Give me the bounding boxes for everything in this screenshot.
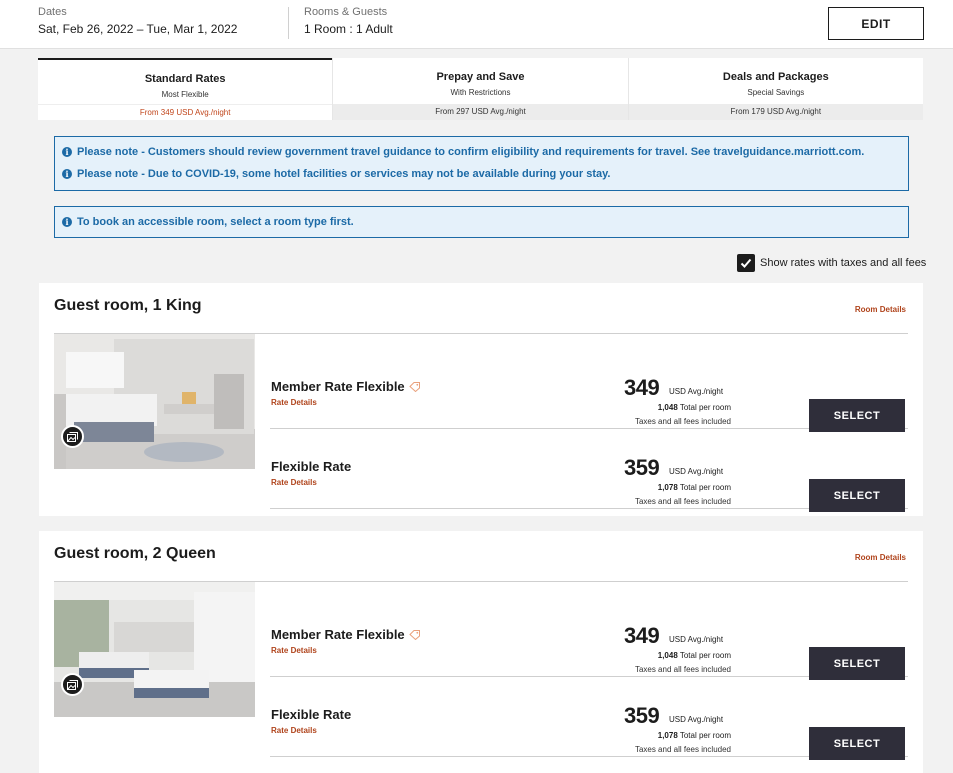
info-icon: i: [62, 169, 72, 179]
tax-note: Taxes and all fees included: [634, 665, 731, 674]
price-unit: USD Avg./night: [669, 387, 724, 396]
room-title: Guest room, 1 King: [54, 297, 202, 314]
price-total: 1,078 Total per room: [658, 731, 731, 740]
tab-price: From 179 USD Avg./night: [628, 104, 923, 120]
price-amount: 359: [624, 455, 660, 480]
rate-details-link[interactable]: Rate Details: [271, 398, 317, 407]
room-photo[interactable]: [54, 334, 255, 469]
dates-value: Sat, Feb 26, 2022 – Tue, Mar 1, 2022: [38, 22, 238, 36]
tab-price: From 297 USD Avg./night: [333, 104, 628, 120]
gallery-icon: [67, 679, 78, 690]
price-total: 1,048 Total per room: [658, 403, 731, 412]
travel-notice-alert: i Please note - Customers should review …: [54, 136, 909, 191]
rate-name: Member Rate Flexible: [271, 627, 421, 642]
member-tag-icon: [408, 382, 420, 392]
room-photo[interactable]: [54, 582, 255, 717]
tab-subtitle: Special Savings: [747, 88, 805, 97]
price-total: 1,078 Total per room: [658, 483, 731, 492]
price-amount: 349: [624, 375, 660, 400]
rate-row: Member Rate Flexible Rate Details 349 US…: [270, 597, 908, 680]
info-icon: i: [62, 147, 72, 157]
room-photo-illustration: [54, 334, 255, 469]
show-taxes-label: Show rates with taxes and all fees: [760, 257, 927, 269]
tab-subtitle: With Restrictions: [450, 88, 511, 97]
tab-title: Prepay and Save: [436, 71, 525, 83]
gallery-icon: [67, 431, 78, 442]
tax-note: Taxes and all fees included: [634, 745, 731, 754]
search-summary-header: Dates Sat, Feb 26, 2022 – Tue, Mar 1, 20…: [0, 0, 953, 49]
notice-text: Please note - Due to COVID-19, some hote…: [77, 168, 611, 180]
show-taxes-toggle[interactable]: Show rates with taxes and all fees: [737, 254, 926, 272]
tax-note: Taxes and all fees included: [634, 497, 731, 506]
select-button[interactable]: SELECT: [809, 727, 905, 760]
tab-title: Standard Rates: [144, 73, 226, 85]
tab-title: Deals and Packages: [722, 71, 829, 83]
total-label: Total per room: [679, 483, 731, 492]
notice-line: i To book an accessible room, select a r…: [55, 214, 908, 230]
price-unit: USD Avg./night: [669, 715, 724, 724]
total-label: Total per room: [679, 403, 731, 412]
notice-text: Please note - Customers should review go…: [77, 146, 865, 158]
price-amount: 349: [624, 623, 660, 648]
checkmark-icon: [740, 258, 752, 268]
rate-name-text: Member Rate Flexible: [271, 627, 405, 642]
tab-subtitle: Most Flexible: [161, 90, 209, 99]
rate-details-link[interactable]: Rate Details: [271, 478, 317, 487]
rate-name: Flexible Rate: [271, 707, 351, 722]
photo-gallery-button[interactable]: [61, 425, 84, 448]
tab-price: From 349 USD Avg./night: [38, 104, 333, 120]
rate-details-link[interactable]: Rate Details: [271, 646, 317, 655]
tab-deals-and-packages[interactable]: Deals and Packages Special Savings From …: [627, 58, 923, 120]
room-title: Guest room, 2 Queen: [54, 545, 216, 562]
info-icon: i: [62, 217, 72, 227]
total-amount: 1,048: [657, 403, 678, 412]
rate-name: Flexible Rate: [271, 459, 351, 474]
guests-label: Rooms & Guests: [304, 6, 388, 18]
dates-block: Dates Sat, Feb 26, 2022 – Tue, Mar 1, 20…: [38, 6, 237, 37]
rate-row: Flexible Rate Rate Details 359 USD Avg./…: [270, 677, 908, 760]
total-label: Total per room: [679, 651, 731, 660]
rate-details-link[interactable]: Rate Details: [271, 726, 317, 735]
room-details-link[interactable]: Room Details: [855, 305, 906, 314]
price-amount: 359: [624, 703, 660, 728]
total-amount: 1,078: [657, 483, 678, 492]
tab-prepay-and-save[interactable]: Prepay and Save With Restrictions From 2…: [332, 58, 628, 120]
dates-label: Dates: [38, 6, 67, 18]
checkbox-checked[interactable]: [737, 254, 755, 272]
room-photo-illustration: [54, 582, 255, 717]
price-unit: USD Avg./night: [669, 635, 724, 644]
rate-name-text: Member Rate Flexible: [271, 379, 405, 394]
rate-name-text: Flexible Rate: [271, 707, 352, 722]
total-amount: 1,078: [657, 731, 678, 740]
accessible-room-alert: i To book an accessible room, select a r…: [54, 206, 909, 238]
member-tag-icon: [408, 630, 420, 640]
rate-name-text: Flexible Rate: [271, 459, 352, 474]
edit-button[interactable]: EDIT: [828, 7, 924, 40]
rate-tabs: Standard Rates Most Flexible From 349 US…: [38, 58, 923, 120]
notice-line: i Please note - Due to COVID-19, some ho…: [55, 166, 908, 182]
rate-row: Member Rate Flexible Rate Details 349 US…: [270, 349, 908, 432]
select-button[interactable]: SELECT: [809, 399, 905, 432]
notice-line: i Please note - Customers should review …: [55, 144, 908, 160]
room-card-queen: Guest room, 2 Queen Room Details Member …: [39, 531, 923, 773]
price-unit: USD Avg./night: [669, 467, 724, 476]
select-button[interactable]: SELECT: [809, 479, 905, 512]
tax-note: Taxes and all fees included: [634, 417, 731, 426]
guests-value: 1 Room : 1 Adult: [304, 22, 393, 36]
room-details-link[interactable]: Room Details: [855, 553, 906, 562]
guests-block: Rooms & Guests 1 Room : 1 Adult: [304, 6, 393, 37]
notice-text: To book an accessible room, select a roo…: [77, 216, 354, 228]
price-total: 1,048 Total per room: [658, 651, 731, 660]
room-card-king: Guest room, 1 King Room Details Member R…: [39, 283, 923, 516]
rate-name: Member Rate Flexible: [271, 379, 421, 394]
header-divider: [288, 7, 289, 39]
total-label: Total per room: [679, 731, 731, 740]
rate-row: Flexible Rate Rate Details 359 USD Avg./…: [270, 429, 908, 512]
select-button[interactable]: SELECT: [809, 647, 905, 680]
total-amount: 1,048: [657, 651, 678, 660]
photo-gallery-button[interactable]: [61, 673, 84, 696]
tab-standard-rates[interactable]: Standard Rates Most Flexible From 349 US…: [38, 58, 333, 120]
